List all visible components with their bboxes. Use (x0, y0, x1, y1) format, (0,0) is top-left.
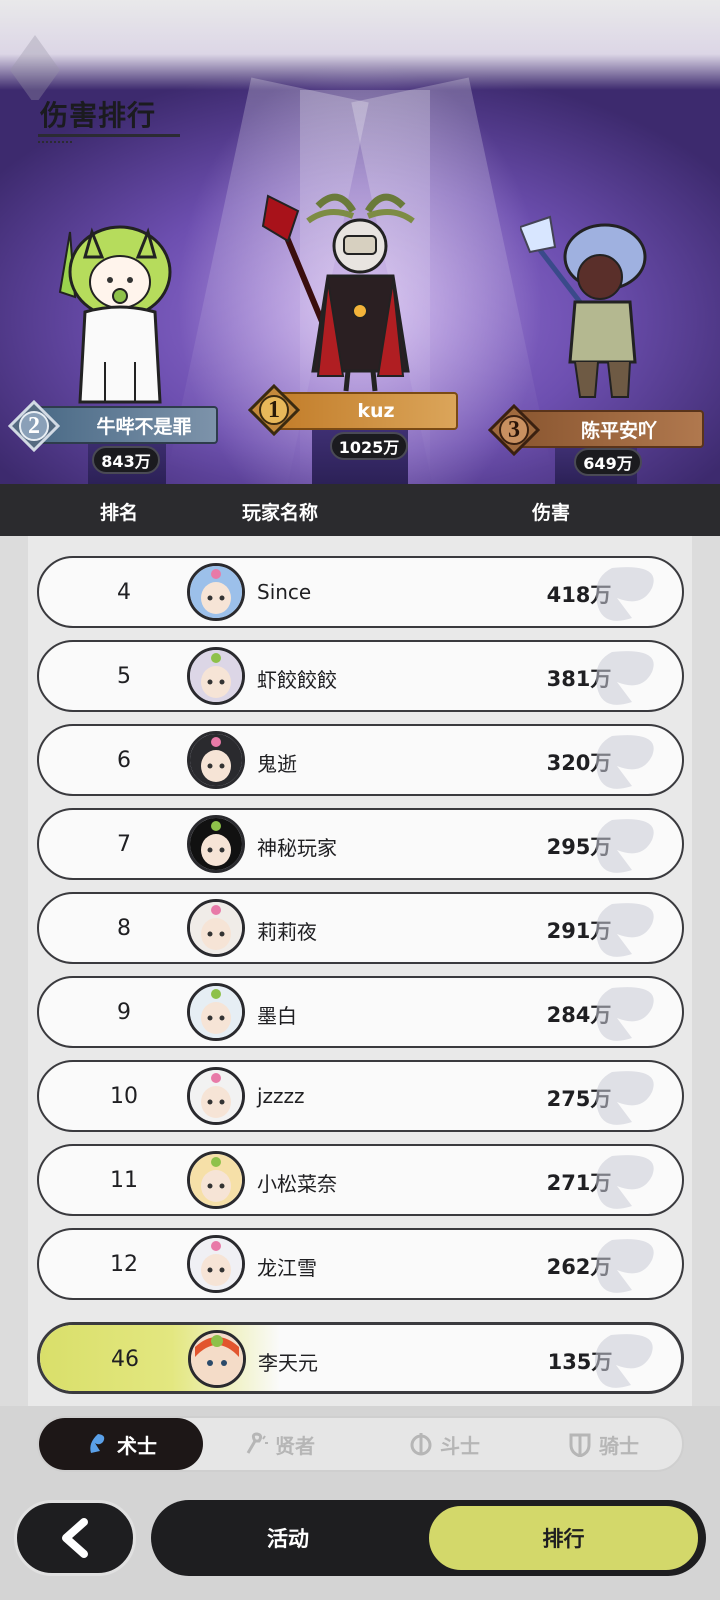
row-watermark-icon (596, 567, 654, 621)
my-rank: 46 (111, 1347, 139, 1372)
rank-2-medal-icon: 2 (8, 400, 60, 452)
row-rank: 7 (117, 832, 131, 857)
character-first-avatar[interactable] (258, 186, 448, 396)
row-watermark-icon (596, 1071, 654, 1125)
row-watermark-icon (596, 651, 654, 705)
player-name: 小松菜奈 (257, 1172, 337, 1196)
row-rank: 11 (110, 1168, 138, 1193)
title-underline (38, 134, 180, 137)
player-name: 虾餃餃餃 (257, 668, 337, 692)
warlock-icon (90, 1434, 105, 1453)
player-avatar[interactable] (187, 983, 245, 1041)
row-rank: 12 (110, 1252, 138, 1277)
player-name: Since (257, 580, 312, 604)
tab-fighter[interactable]: 斗士 (364, 1418, 524, 1470)
table-row[interactable]: 4 Since 418万 (37, 556, 684, 628)
header-player: 玩家名称 (242, 502, 319, 524)
player-name: 莉莉夜 (257, 920, 317, 944)
podium-banner: 伤害排行 牛哔不是罪 kuz 陈平安吖 2 1 3 843万 1025万 649… (0, 0, 720, 484)
player-avatar[interactable] (187, 1235, 245, 1293)
bottom-nav: 活动 排行 (151, 1500, 706, 1576)
table-row[interactable]: 11 小松菜奈 271万 (37, 1144, 684, 1216)
row-rank: 8 (117, 916, 131, 941)
my-player-name: 李天元 (258, 1351, 318, 1375)
fighter-icon (410, 1433, 432, 1456)
podium-second-score: 843万 (92, 446, 160, 474)
podium-nameplate-first: kuz (274, 392, 458, 430)
my-ranking-row[interactable]: 46 李天元 135万 (37, 1322, 684, 1394)
my-avatar[interactable] (188, 1330, 246, 1388)
player-avatar[interactable] (187, 899, 245, 957)
row-rank: 4 (117, 580, 131, 605)
row-rank: 6 (117, 748, 131, 773)
activity-button[interactable]: 活动 (157, 1504, 419, 1572)
class-tabs: 术士 贤者 斗士 骑士 (37, 1416, 684, 1472)
podium-third-score: 649万 (574, 448, 642, 476)
player-avatar[interactable] (187, 647, 245, 705)
player-avatar[interactable] (187, 815, 245, 873)
page-title: 伤害排行 (40, 99, 157, 132)
tab-warlock[interactable]: 术士 (39, 1418, 203, 1470)
table-row[interactable]: 12 龙江雪 262万 (37, 1228, 684, 1300)
table-row[interactable]: 5 虾餃餃餃 381万 (37, 640, 684, 712)
rank-1-medal-icon: 1 (248, 384, 300, 436)
player-name: 龙江雪 (257, 1256, 317, 1280)
corner-ornament-icon (10, 35, 60, 100)
row-watermark-icon (596, 735, 654, 789)
sage-icon (246, 1432, 268, 1454)
player-name: 墨白 (257, 1004, 297, 1028)
table-row[interactable]: 10 jzzzz 275万 (37, 1060, 684, 1132)
table-header: 排名 玩家名称 伤害 (0, 484, 720, 536)
header-damage: 伤害 (532, 502, 571, 524)
header-rank: 排名 (100, 502, 139, 524)
back-arrow-icon (62, 1518, 88, 1558)
player-avatar[interactable] (187, 731, 245, 789)
player-avatar[interactable] (187, 1151, 245, 1209)
player-name: 神秘玩家 (257, 836, 337, 860)
player-avatar[interactable] (187, 1067, 245, 1125)
row-rank: 9 (117, 1000, 131, 1025)
player-name: jzzzz (257, 1084, 305, 1108)
row-rank: 10 (110, 1084, 138, 1109)
character-second-avatar[interactable] (50, 212, 180, 412)
rank-3-medal-icon: 3 (488, 404, 540, 456)
tab-knight[interactable]: 骑士 (523, 1418, 683, 1470)
ranking-button[interactable]: 排行 (427, 1504, 700, 1572)
podium-first-score: 1025万 (330, 432, 408, 460)
row-watermark-icon (596, 987, 654, 1041)
player-name: 鬼逝 (257, 752, 297, 776)
row-watermark-icon (596, 1155, 654, 1209)
row-watermark-icon (596, 1239, 654, 1293)
table-row[interactable]: 6 鬼逝 320万 (37, 724, 684, 796)
tab-sage[interactable]: 贤者 (199, 1418, 359, 1470)
table-row[interactable]: 7 神秘玩家 295万 (37, 808, 684, 880)
podium-second-name: 牛哔不是罪 (96, 415, 192, 438)
knight-icon (569, 1433, 591, 1457)
row-watermark-icon (596, 903, 654, 957)
row-rank: 5 (117, 664, 131, 689)
row-watermark-icon (596, 819, 654, 873)
player-avatar[interactable] (187, 563, 245, 621)
back-button[interactable] (14, 1500, 136, 1576)
table-row[interactable]: 9 墨白 284万 (37, 976, 684, 1048)
character-third-avatar[interactable] (520, 212, 670, 412)
podium-third-name: 陈平安吖 (580, 419, 657, 442)
table-row[interactable]: 8 莉莉夜 291万 (37, 892, 684, 964)
podium-first-name: kuz (357, 400, 395, 422)
row-watermark-icon (595, 1334, 653, 1388)
